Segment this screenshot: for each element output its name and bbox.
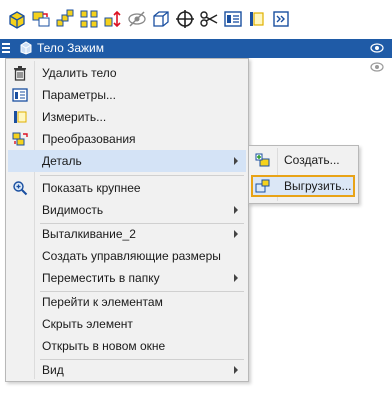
- scale-icon[interactable]: [102, 8, 124, 30]
- menu-item-part[interactable]: Деталь: [8, 150, 246, 172]
- visibility-eye-icon[interactable]: [370, 62, 384, 72]
- submenu-item-label: Выгрузить...: [284, 179, 352, 193]
- boolean-icon[interactable]: [30, 8, 52, 30]
- menu-item-view[interactable]: Вид: [8, 359, 246, 381]
- menu-item-label: Вид: [42, 363, 64, 377]
- pattern-icon[interactable]: [54, 8, 76, 30]
- menu-item-label: Деталь: [42, 154, 82, 168]
- tree-item-label: Тело Зажим: [37, 41, 104, 55]
- menu-item-label: Создать управляющие размеры: [42, 249, 221, 263]
- submenu-arrow-icon: [234, 157, 238, 165]
- submenu-item-create[interactable]: Создать...: [251, 149, 355, 171]
- menu-item-go-to-elements[interactable]: Перейти к элементам: [8, 291, 246, 313]
- menu-item-label: Выталкивание_2: [42, 227, 136, 241]
- submenu-item-export[interactable]: Выгрузить...: [251, 175, 355, 197]
- measure-icon: [14, 111, 27, 123]
- menu-separator: [40, 175, 244, 176]
- part-submenu: Создать... Выгрузить...: [248, 145, 359, 204]
- menu-item-label: Перейти к элементам: [42, 295, 163, 309]
- more-icon[interactable]: [270, 8, 292, 30]
- menu-item-move-to-folder[interactable]: Переместить в папку: [8, 267, 246, 289]
- trash-icon: [14, 66, 26, 81]
- menu-item-label: Показать крупнее: [42, 181, 141, 195]
- box-icon[interactable]: [150, 8, 172, 30]
- scissors-icon[interactable]: [198, 8, 220, 30]
- parameters-icon[interactable]: [222, 8, 244, 30]
- menu-item-extrusion[interactable]: Выталкивание_2: [8, 223, 246, 245]
- hide-icon[interactable]: [126, 8, 148, 30]
- drag-handle-icon: [2, 43, 10, 53]
- menu-item-label: Измерить...: [42, 110, 107, 124]
- submenu-arrow-icon: [234, 206, 238, 214]
- mirror-pattern-icon[interactable]: [78, 8, 100, 30]
- menu-item-label: Видимость: [42, 203, 104, 217]
- visibility-eye-icon[interactable]: [370, 43, 384, 53]
- menu-item-label: Удалить тело: [42, 66, 117, 80]
- export-part-icon: [255, 179, 270, 193]
- submenu-item-label: Создать...: [284, 153, 340, 167]
- zoom-icon: [13, 181, 28, 196]
- solid-body-icon: [20, 41, 32, 55]
- submenu-arrow-icon: [234, 230, 238, 238]
- create-part-icon: [255, 153, 270, 167]
- menu-item-transform[interactable]: Преобразования: [8, 128, 246, 150]
- context-menu: Удалить тело Параметры... Измерить... Пр…: [5, 58, 249, 382]
- menu-item-create-driving-dimensions[interactable]: Создать управляющие размеры: [8, 245, 246, 267]
- menu-item-delete-body[interactable]: Удалить тело: [8, 62, 246, 84]
- menu-item-open-new-window[interactable]: Открыть в новом окне: [8, 335, 246, 357]
- submenu-arrow-icon: [234, 366, 238, 374]
- solid-body-icon[interactable]: [6, 8, 28, 30]
- menu-item-measure[interactable]: Измерить...: [8, 106, 246, 128]
- menu-item-label: Открыть в новом окне: [42, 339, 166, 353]
- menu-item-zoom-in[interactable]: Показать крупнее: [8, 177, 246, 199]
- parameters-icon: [12, 88, 28, 102]
- toolbar: [0, 0, 392, 38]
- menu-item-parameters[interactable]: Параметры...: [8, 84, 246, 106]
- menu-item-label: Параметры...: [42, 88, 116, 102]
- menu-item-label: Преобразования: [42, 132, 136, 146]
- crosshair-icon[interactable]: [174, 8, 196, 30]
- menu-item-visibility[interactable]: Видимость: [8, 199, 246, 221]
- measure-icon[interactable]: [246, 8, 268, 30]
- tree-row-selected[interactable]: Тело Зажим: [0, 39, 392, 58]
- menu-item-hide-element[interactable]: Скрыть элемент: [8, 313, 246, 335]
- menu-item-label: Переместить в папку: [42, 271, 160, 285]
- submenu-arrow-icon: [234, 274, 238, 282]
- menu-item-label: Скрыть элемент: [42, 317, 133, 331]
- transform-icon: [12, 132, 28, 146]
